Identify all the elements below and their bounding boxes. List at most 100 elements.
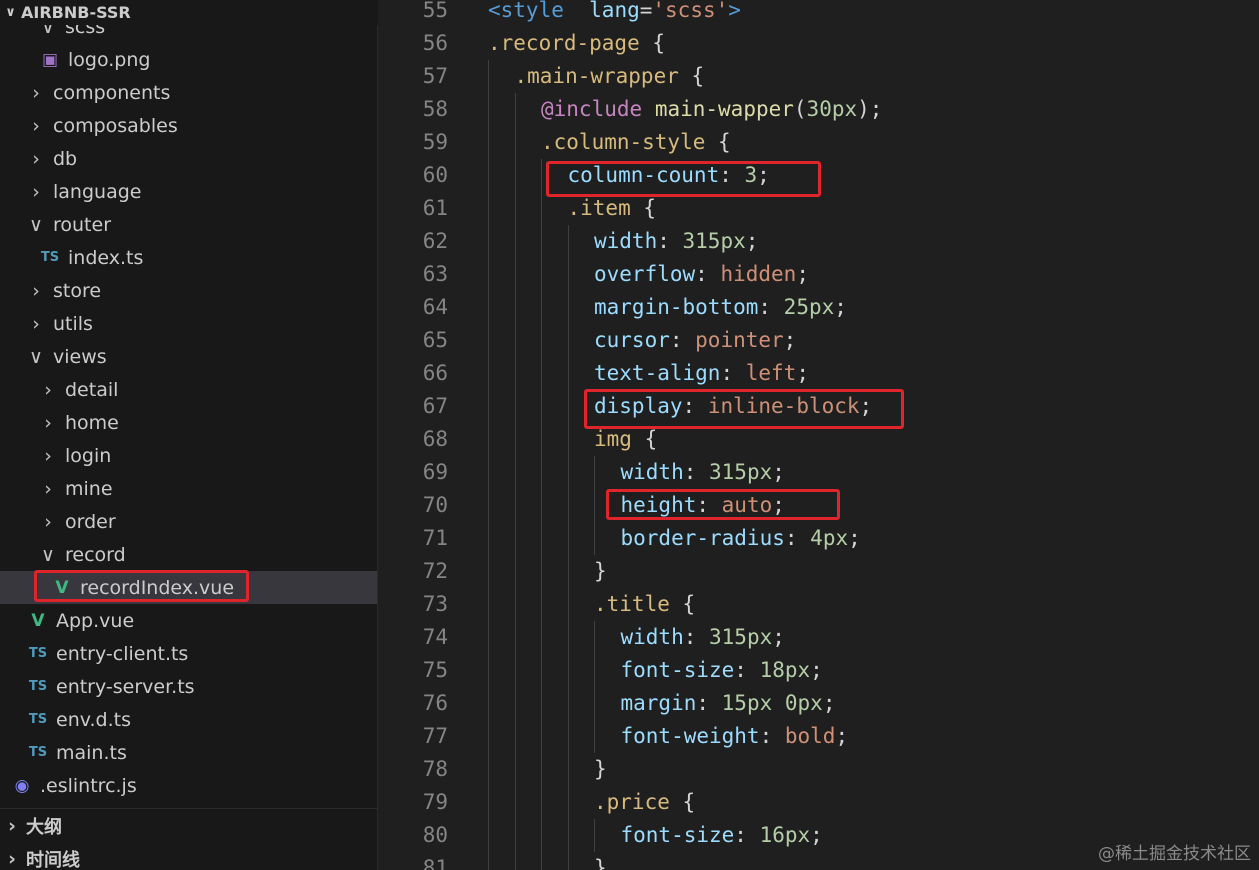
code-token: .price	[594, 790, 670, 814]
code-line[interactable]: 63 overflow: hidden;	[378, 258, 1259, 291]
line-number: 78	[422, 757, 448, 781]
code-editor[interactable]: 55 <style lang='scss'> 56 .record-page {57.…	[378, 0, 1259, 870]
code-line[interactable]: 59 .column-style {	[378, 126, 1259, 159]
ts-icon: TS	[28, 646, 48, 661]
folder-item[interactable]: › language	[0, 175, 378, 208]
code-token: :	[696, 691, 722, 715]
folder-item[interactable]: › utils	[0, 307, 378, 340]
image-icon: ▣	[41, 49, 59, 70]
file-item[interactable]: V App.vue	[0, 604, 378, 637]
indent-guide	[488, 258, 489, 291]
code-line[interactable]: 64 margin-bottom: 25px;	[378, 291, 1259, 324]
code-token: border-radius	[620, 526, 785, 550]
code-line[interactable]: 62 width: 315px;	[378, 225, 1259, 258]
code-token: ;	[796, 361, 809, 385]
code-line[interactable]: 56 .record-page {	[378, 27, 1259, 60]
code-token: :	[759, 724, 785, 748]
code-token: ;	[745, 229, 759, 253]
outline-panel-header[interactable]: › 大纲	[0, 810, 378, 842]
code-line[interactable]: 79 .price {	[378, 786, 1259, 819]
indent-guide	[567, 489, 569, 522]
indent-guide	[514, 324, 516, 357]
folder-item[interactable]: › login	[0, 439, 378, 472]
folder-item[interactable]: › db	[0, 142, 378, 175]
code-token: (	[793, 97, 807, 121]
folder-item[interactable]: › components	[0, 76, 378, 109]
indent-guide	[541, 159, 542, 192]
code-text: cursor: pointer;	[594, 324, 796, 357]
code-line[interactable]: 57 .main-wrapper {	[378, 60, 1259, 93]
chevron-down-icon: ∨	[41, 543, 55, 566]
file-item[interactable]: ◉ .eslintrc.js	[0, 769, 378, 802]
indent-guide	[594, 489, 595, 522]
tree-item-label: composables	[53, 114, 178, 137]
code-line[interactable]: 78}	[378, 753, 1259, 786]
code-line[interactable]: 71 border-radius: 4px;	[378, 522, 1259, 555]
line-number: 74	[422, 625, 448, 649]
tree-item-label: env.d.ts	[56, 708, 131, 731]
code-token: @include	[541, 97, 643, 121]
code-line[interactable]: 72}	[378, 555, 1259, 588]
code-text: width: 315px;	[594, 225, 758, 258]
code-line[interactable]: 58 @include main-wapper(30px);	[378, 93, 1259, 126]
chevron-right-icon: ›	[32, 147, 40, 170]
indent-guide	[488, 225, 489, 258]
chevron-right-icon: ›	[44, 411, 52, 434]
highlight-selected-file	[34, 570, 249, 602]
folder-item[interactable]: › home	[0, 406, 378, 439]
code-line[interactable]: 74 width: 315px;	[378, 621, 1259, 654]
file-item[interactable]: TS main.ts	[0, 736, 378, 769]
code-line[interactable]: 65 cursor: pointer;	[378, 324, 1259, 357]
folder-item[interactable]: › detail	[0, 373, 378, 406]
code-token: .column-style	[541, 130, 706, 154]
indent-guide	[488, 93, 489, 126]
folder-item[interactable]: ∨ record	[0, 538, 378, 571]
file-item[interactable]: TS entry-client.ts	[0, 637, 378, 670]
code-text: width: 315px;	[621, 456, 785, 489]
folder-item[interactable]: › mine	[0, 472, 378, 505]
code-line[interactable]: 77 font-weight: bold;	[378, 720, 1259, 753]
file-item[interactable]: TS index.ts	[0, 241, 378, 274]
folder-item[interactable]: ∨ views	[0, 340, 378, 373]
indent-guide	[488, 753, 489, 786]
folder-item[interactable]: › store	[0, 274, 378, 307]
folder-item[interactable]: ∨ router	[0, 208, 378, 241]
watermark: @稀土掘金技术社区	[1098, 844, 1251, 864]
line-number: 81	[422, 856, 448, 870]
code-line[interactable]: 76 margin: 15px 0px;	[378, 687, 1259, 720]
file-item[interactable]: TS env.d.ts	[0, 703, 378, 736]
code-token: ;	[848, 526, 861, 550]
indent-guide	[541, 390, 542, 423]
code-line[interactable]: 69 width: 315px;	[378, 456, 1259, 489]
code-line[interactable]: 73 .title {	[378, 588, 1259, 621]
chevron-down-icon: ∨	[29, 213, 43, 236]
code-token: 315px	[709, 625, 773, 649]
line-number: 63	[422, 262, 448, 286]
file-item[interactable]: TS entry-server.ts	[0, 670, 378, 703]
tree-item-label: store	[53, 279, 102, 302]
code-line[interactable]: 75 font-size: 18px;	[378, 654, 1259, 687]
code-line[interactable]: 66 text-align: left;	[378, 357, 1259, 390]
code-token: .record-page	[488, 31, 640, 55]
code-line[interactable]: 55 <style lang='scss'>	[378, 0, 1259, 27]
line-number: 72	[422, 559, 448, 583]
indent-guide	[541, 588, 542, 621]
code-token: 18px	[759, 658, 811, 682]
tree-item-label: utils	[53, 312, 93, 335]
timeline-panel-header[interactable]: › 时间线	[0, 843, 378, 870]
indent-guide	[541, 720, 542, 753]
tree-item-label: main.ts	[56, 741, 127, 764]
code-token: {	[631, 427, 658, 451]
code-token: ;	[783, 328, 797, 352]
indent-guide	[514, 522, 516, 555]
folder-item[interactable]: › composables	[0, 109, 378, 142]
code-token: lang	[589, 0, 640, 22]
line-number: 77	[422, 724, 448, 748]
file-item[interactable]: ▣ logo.png	[0, 43, 378, 76]
indent-guide	[514, 720, 516, 753]
folder-item[interactable]: › order	[0, 505, 378, 538]
explorer-header[interactable]: ∨ AIRBNB-SSR	[0, 0, 378, 25]
tree-item-label: mine	[65, 477, 113, 500]
code-text: }	[594, 555, 607, 588]
line-number: 75	[422, 658, 448, 682]
